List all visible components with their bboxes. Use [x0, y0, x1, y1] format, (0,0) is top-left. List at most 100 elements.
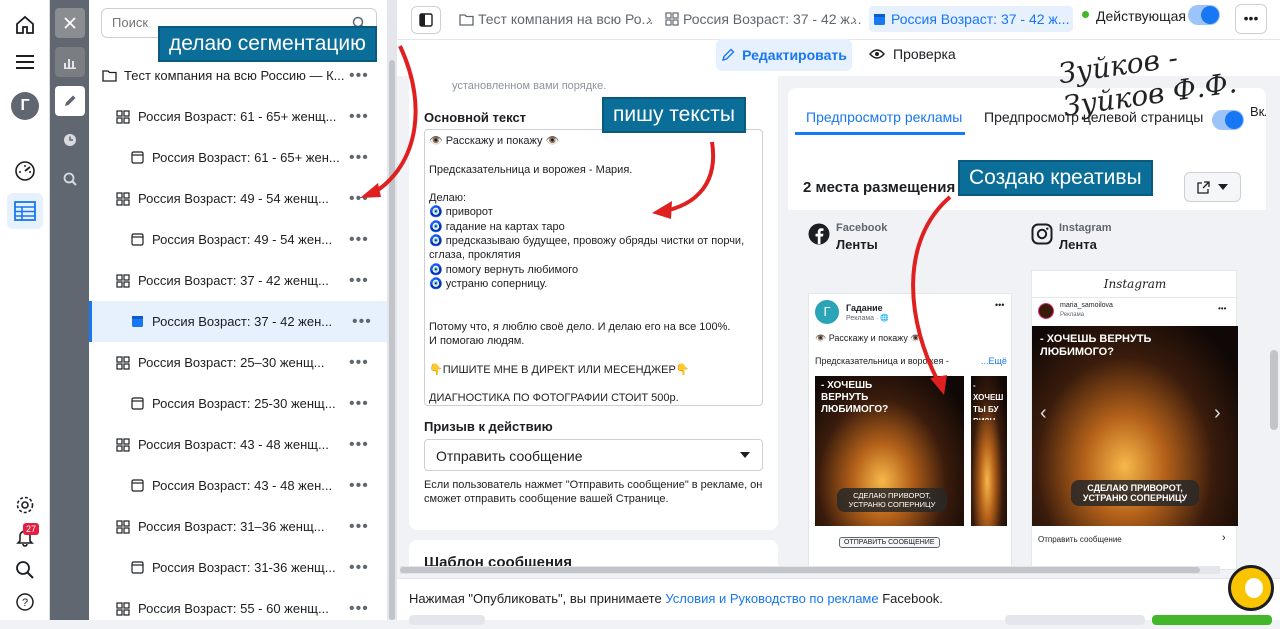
more-options-icon[interactable]: ••• [349, 395, 369, 413]
breadcrumb-campaign[interactable]: Тест компания на всю Ро... [459, 11, 653, 27]
more-options-icon[interactable]: ••• [349, 518, 369, 536]
more-options-icon[interactable]: ••• [349, 354, 369, 372]
tree-item-adset[interactable]: Россия Возраст: 55 - 60 женщ... ••• [89, 588, 387, 629]
tree-item-ad[interactable]: Россия Возраст: 49 - 54 жен... ••• [89, 219, 387, 260]
facebook-icon [808, 223, 830, 250]
ig-placement-label: Лента [1059, 237, 1097, 252]
horizontal-scrollbar[interactable] [400, 566, 1220, 574]
instagram-icon [1031, 223, 1053, 250]
more-options-icon[interactable]: ••• [349, 190, 369, 208]
tree-item-adset[interactable]: Россия Возраст: 31–36 женщ... ••• [89, 506, 387, 547]
footer-text: Facebook. [878, 591, 943, 606]
primary-text-field[interactable]: 👁️ Расскажу и покажу 👁️ Предсказательница… [424, 129, 763, 406]
tree-item-label: Россия Возраст: 61 - 65+ женщ... [138, 109, 337, 124]
publish-button[interactable] [1152, 615, 1272, 625]
adset-icon [115, 519, 131, 535]
tree-item-ad[interactable]: Россия Возраст: 31-36 женщ... ••• [89, 547, 387, 588]
page-avatar: Г [815, 300, 839, 324]
more-options-icon[interactable]: ••• [349, 559, 369, 577]
cta-select[interactable]: Отправить сообщение [424, 439, 763, 471]
tree-item-ad[interactable]: Россия Возраст: 25-30 женщ... ••• [89, 383, 387, 424]
footer-text: Нажимая "Опубликовать", вы принимаете [409, 591, 666, 606]
tree-item-label: Россия Возраст: 49 - 54 жен... [152, 232, 333, 247]
tree-scrollbar[interactable] [387, 0, 397, 620]
primary-text-line: 👁️ Расскажу и покажу 👁️ [429, 135, 560, 147]
primary-text-line: 👇ПИШИТЕ МНЕ В ДИРЕКТ ИЛИ МЕСЕНДЖЕР👇 [429, 363, 690, 376]
search-icon[interactable] [12, 557, 38, 583]
svg-text:?: ? [22, 597, 28, 609]
chat-widget[interactable] [1228, 565, 1274, 611]
tab-ad-preview[interactable]: Предпросмотр рекламы [806, 109, 962, 125]
creative-caption: СДЕЛАЮ ПРИВОРОТ, УСТРАНЮ СОПЕРНИЦУ [837, 488, 947, 512]
pencil-icon[interactable] [55, 86, 85, 116]
more-options-icon[interactable]: ••• [349, 436, 369, 454]
user-avatar [1038, 303, 1054, 319]
close-icon[interactable] [55, 8, 85, 38]
settings-icon[interactable] [12, 492, 38, 518]
status-dot [1082, 11, 1089, 18]
preview-scrollbar[interactable] [1270, 350, 1278, 430]
preview-toggle[interactable] [1212, 110, 1244, 130]
tree-item-adset[interactable]: Россия Возраст: 25–30 женщ... ••• [89, 342, 387, 383]
tree-item-adset[interactable]: Россия Возраст: 43 - 48 женщ... ••• [89, 424, 387, 465]
ig-platform-label: Instagram [1059, 222, 1112, 234]
tree-item-label: Россия Возраст: 37 - 42 женщ... [138, 273, 329, 288]
sponsored-label: Реклама · 🌐 [846, 315, 890, 322]
cta-button: ОТПРАВИТЬ СООБЩЕНИЕ [839, 537, 940, 548]
tree-item-adset[interactable]: Россия Возраст: 37 - 42 женщ... ••• [89, 260, 387, 301]
status-label: Действующая [1096, 8, 1187, 24]
tool-rail [50, 0, 89, 620]
breadcrumb-ad[interactable]: Россия Возраст: 37 - 42 ж... [869, 6, 1074, 32]
primary-text-line [429, 348, 758, 362]
sponsored-label: Реклама [1060, 312, 1085, 318]
close-button[interactable] [1005, 615, 1145, 625]
avatar[interactable]: Г [11, 92, 39, 120]
more-options-icon[interactable]: ••• [349, 600, 369, 618]
tree-item-label: Россия Возраст: 55 - 60 женщ... [138, 601, 329, 616]
ad-icon [129, 150, 145, 166]
more-options-icon[interactable]: ••• [349, 272, 369, 290]
help-icon[interactable]: ? [12, 589, 38, 615]
adset-icon [115, 109, 131, 125]
tree-item-adset[interactable]: Россия Возраст: 61 - 65+ женщ... ••• [89, 96, 387, 137]
home-icon[interactable] [12, 12, 38, 38]
tab-review[interactable]: Проверка [869, 46, 956, 62]
tree-item-ad[interactable]: Россия Возраст: 37 - 42 жен... ••• [89, 301, 387, 342]
tree-item-ad[interactable]: Россия Возраст: 43 - 48 жен... ••• [89, 465, 387, 506]
grid-table-icon[interactable] [7, 193, 43, 229]
toggle-sidebar-icon[interactable] [411, 6, 441, 34]
tab-edit[interactable]: Редактировать [716, 39, 852, 71]
more-options-icon[interactable]: ••• [349, 231, 369, 249]
clock-icon[interactable] [55, 125, 85, 155]
back-button[interactable] [409, 615, 485, 625]
zoom-icon[interactable] [55, 164, 85, 194]
tree-item-adset[interactable]: Россия Возраст: 49 - 54 женщ... ••• [89, 178, 387, 219]
primary-text-line: 🧿 гадание на картах таро [429, 220, 565, 233]
more-options-icon[interactable]: ••• [352, 313, 372, 331]
terms-link[interactable]: Условия и Руководство по рекламе [665, 591, 878, 606]
primary-text-line: И помогаю людям. [429, 335, 525, 348]
more-options-icon[interactable]: ••• [349, 67, 369, 85]
cta-label: Призыв к действию [424, 419, 553, 434]
breadcrumb-adset[interactable]: Россия Возраст: 37 - 42 ж... [665, 11, 861, 27]
primary-text-line: 🧿 предсказываю будущее, провожу обряды ч… [429, 235, 745, 248]
ad-icon [129, 396, 145, 412]
chart-icon[interactable] [55, 47, 85, 77]
open-preview-button[interactable] [1184, 172, 1241, 202]
more-options-icon[interactable]: ••• [349, 477, 369, 495]
more-options-icon[interactable]: ••• [349, 108, 369, 126]
dashboard-icon[interactable] [12, 158, 38, 184]
caret-down-icon [1218, 184, 1228, 190]
menu-icon[interactable] [12, 49, 38, 75]
more-options-icon[interactable]: ••• [349, 149, 369, 167]
ad-text-form: установленном вами порядке. Основной тек… [409, 76, 778, 530]
campaign-tree: Тест компания на всю Россию — К... ••• Р… [89, 0, 387, 620]
primary-text-label: Основной текст [424, 110, 527, 125]
primary-text-line [429, 306, 758, 320]
ad-icon [129, 560, 145, 576]
tree-item-ad[interactable]: Россия Возраст: 61 - 65+ жен... ••• [89, 137, 387, 178]
primary-text-line [429, 291, 758, 305]
status-toggle[interactable] [1188, 5, 1220, 25]
creative-caption: СДЕЛАЮ ПРИВОРОТ, УСТРАНЮ СОПЕРНИЦУ [1071, 480, 1199, 506]
fb-platform-label: Facebook [836, 222, 888, 234]
